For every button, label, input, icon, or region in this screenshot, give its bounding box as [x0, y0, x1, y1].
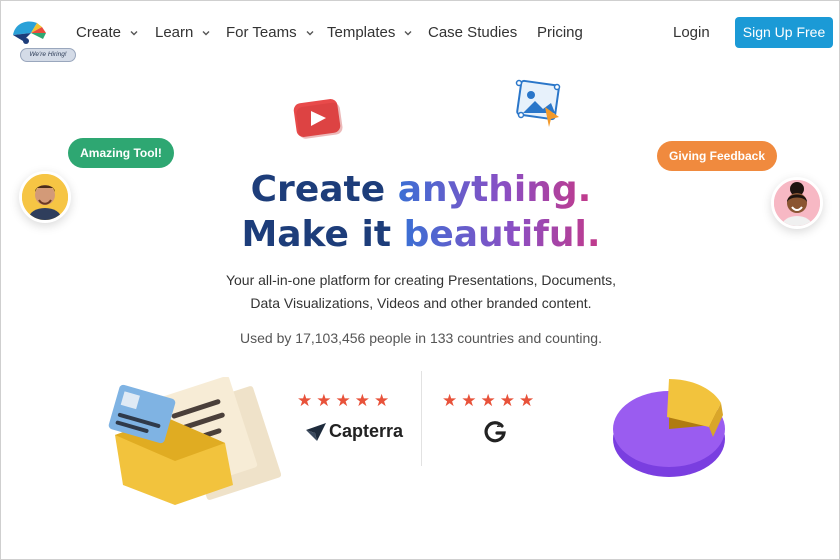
- headline-anything: anything.: [397, 169, 592, 210]
- brand-logo-icon[interactable]: [9, 13, 53, 49]
- g2-stars: ★★★★★: [442, 391, 539, 410]
- amazing-tool-bubble: Amazing Tool!: [68, 138, 174, 168]
- svg-text:2: 2: [497, 422, 501, 429]
- chevron-down-icon: [404, 31, 412, 36]
- hero-headline-line-1: Create anything.: [1, 168, 839, 212]
- nav-templates-label: Templates: [327, 24, 396, 41]
- nav-for-teams[interactable]: For Teams: [226, 23, 315, 43]
- chevron-down-icon: [306, 31, 314, 36]
- chevron-down-icon: [130, 31, 138, 36]
- video-play-icon: [293, 99, 343, 139]
- headline-make-it: Make it: [241, 214, 392, 255]
- nav-for-teams-label: For Teams: [226, 24, 297, 41]
- hero-subtitle-line-1: Your all-in-one platform for creating Pr…: [225, 272, 617, 288]
- sign-up-button[interactable]: Sign Up Free: [735, 17, 833, 48]
- nav-learn[interactable]: Learn: [155, 23, 211, 43]
- headline-create: Create: [250, 169, 386, 210]
- image-select-icon: [515, 79, 561, 127]
- headline-beautiful: beautiful.: [403, 214, 601, 255]
- capterra-arrow-icon: [306, 422, 326, 441]
- hero-subtitle-line-2: Data Visualizations, Videos and other br…: [250, 295, 592, 311]
- g2-logo-icon[interactable]: 2: [483, 419, 507, 443]
- nav-pricing[interactable]: Pricing: [537, 23, 583, 43]
- top-navigation: We're Hiring! Create Learn For Teams Tem…: [1, 1, 839, 65]
- nav-pricing-label: Pricing: [537, 24, 583, 41]
- hiring-badge[interactable]: We're Hiring!: [20, 48, 76, 62]
- login-link[interactable]: Login: [673, 23, 710, 43]
- page: We're Hiring! Create Learn For Teams Tem…: [0, 0, 840, 560]
- chevron-down-icon: [202, 31, 210, 36]
- nav-case-studies[interactable]: Case Studies: [428, 23, 517, 43]
- ratings-divider: [421, 371, 422, 466]
- capterra-logo[interactable]: Capterra: [305, 421, 403, 442]
- folder-documents-icon: [108, 377, 281, 505]
- nav-create[interactable]: Create: [76, 23, 139, 43]
- nav-create-label: Create: [76, 24, 122, 41]
- usage-stat: Used by 17,103,456 people in 133 countri…: [240, 330, 602, 346]
- capterra-stars: ★★★★★: [297, 391, 394, 410]
- pie-chart-icon: [613, 379, 725, 477]
- giving-feedback-bubble: Giving Feedback: [657, 141, 777, 171]
- nav-case-studies-label: Case Studies: [428, 24, 518, 41]
- capterra-label: Capterra: [329, 421, 404, 441]
- nav-learn-label: Learn: [155, 24, 194, 41]
- nav-templates[interactable]: Templates: [327, 23, 413, 43]
- hero-headline-line-2: Make it beautiful.: [1, 213, 839, 257]
